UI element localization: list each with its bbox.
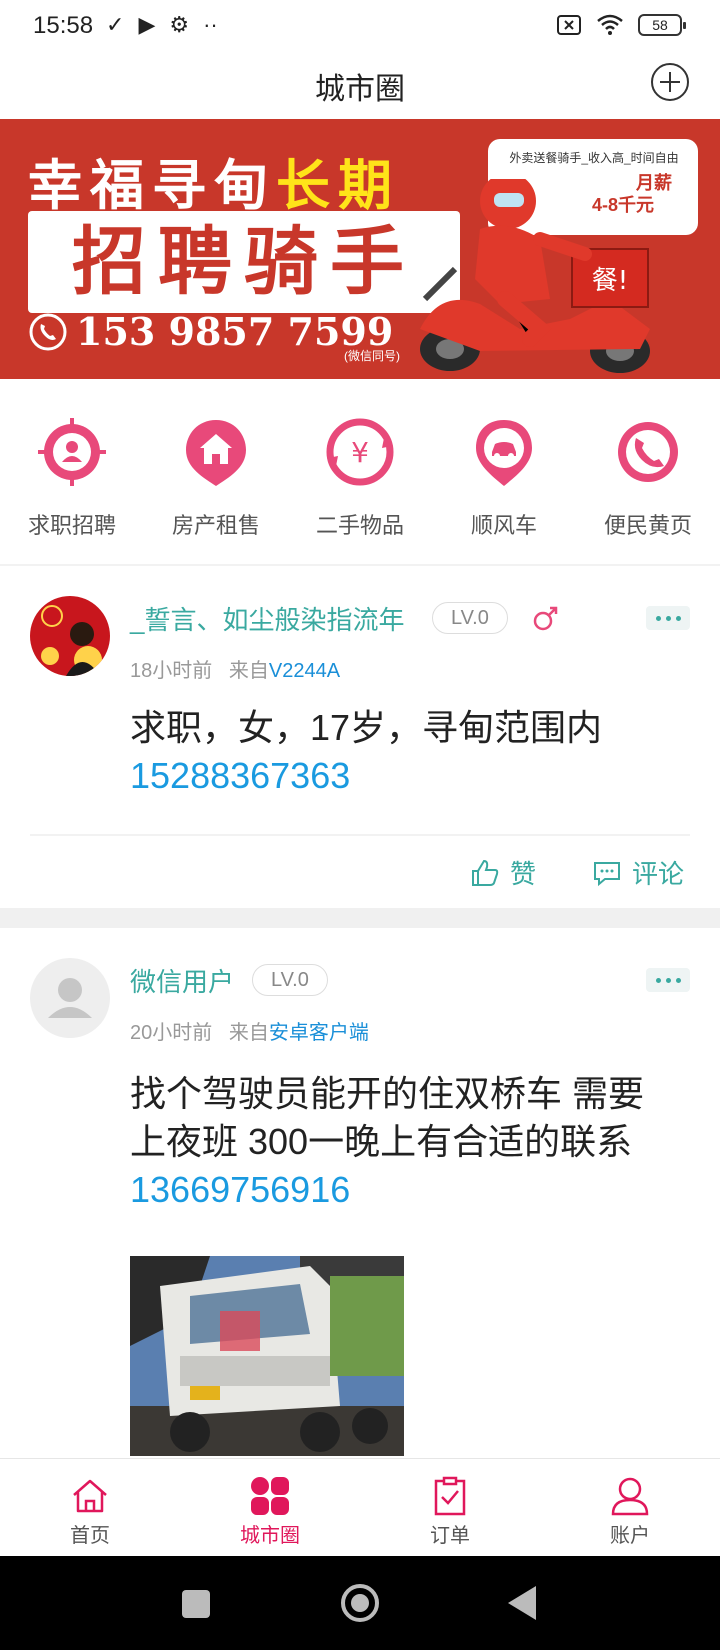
post-content: 找个驾驶员能开的住双桥车 需要上夜班 300一晚上有合适的联系 13669756… — [130, 1070, 670, 1214]
tab-label: 账户 — [610, 1525, 650, 1547]
gear-icon: ⚙ — [169, 12, 190, 37]
post-from-label: 来自 — [228, 660, 269, 682]
back-icon[interactable] — [508, 1586, 536, 1620]
post-card[interactable]: _誓言、如尘般染指流年 LV.0 18小时前 来自V2244A 求职，女，17岁… — [0, 566, 720, 908]
avatar[interactable] — [30, 958, 110, 1038]
tab-label: 订单 — [430, 1525, 470, 1547]
delivery-rider-illustration: 餐! — [420, 179, 650, 373]
recruit-banner[interactable]: 幸福寻甸长期 招聘骑手 153 9857 7599 (微信同号) 外卖送餐骑手_… — [0, 119, 720, 379]
wifi-icon — [597, 14, 623, 35]
section-divider — [0, 908, 720, 928]
app-header: 城市圈 — [0, 52, 720, 118]
home-icon — [73, 1479, 107, 1513]
tab-account[interactable]: 账户 — [540, 1459, 720, 1556]
category-secondhand[interactable]: ¥ 二手物品 — [288, 382, 432, 564]
username[interactable]: _誓言、如尘般染指流年 — [130, 600, 404, 637]
username[interactable]: 微信用户 — [130, 962, 234, 999]
category-housing[interactable]: 房产租售 — [144, 382, 288, 564]
level-badge: LV.0 — [252, 964, 328, 996]
system-navigation-bar — [0, 1556, 720, 1650]
category-label: 二手物品 — [315, 513, 404, 538]
category-label: 便民黄页 — [603, 513, 692, 538]
banner-bubble-text: 外卖送餐骑手_收入高_时间自由 — [509, 151, 679, 165]
level-badge: LV.0 — [432, 602, 508, 634]
post-source: V2244A — [268, 660, 341, 682]
post-time: 18小时前 — [130, 660, 213, 682]
post-time: 20小时前 — [130, 1022, 213, 1044]
post-source: 安卓客户端 — [268, 1022, 369, 1044]
category-jobs[interactable]: 求职招聘 — [0, 382, 144, 564]
status-left-icons: ✓ ▶ ⚙ ·· — [106, 12, 218, 38]
post-text: 求职，女，17岁，寻甸范围内 — [130, 707, 603, 748]
banner-title: 招聘骑手 — [72, 219, 416, 305]
tab-label: 首页 — [70, 1525, 110, 1547]
category-label: 房产租售 — [171, 513, 260, 538]
comment-icon — [594, 861, 620, 886]
more-dots-icon: ·· — [203, 12, 218, 37]
more-options-button[interactable] — [646, 606, 690, 630]
category-yellowpages[interactable]: 便民黄页 — [576, 382, 720, 564]
post-from-label: 来自 — [228, 1022, 269, 1044]
post-text: 找个驾驶员能开的住双桥车 需要上夜班 300一晚上有合适的联系 — [130, 1073, 645, 1162]
more-options-button[interactable] — [646, 968, 690, 992]
plus-circle-icon[interactable] — [650, 62, 690, 102]
tab-home[interactable]: 首页 — [0, 1459, 180, 1556]
post-card[interactable]: 微信用户 LV.0 20小时前 来自安卓客户端 找个驾驶员能开的住双桥车 需要上… — [0, 928, 720, 1458]
post-meta: 20小时前 来自安卓客户端 — [130, 1016, 369, 1045]
default-user-icon — [48, 978, 92, 1018]
post-image[interactable] — [130, 1256, 404, 1456]
phone-icon — [29, 313, 67, 350]
status-time: 15:58 — [33, 12, 94, 39]
svg-text:¥: ¥ — [351, 436, 369, 469]
post-meta: 18小时前 来自V2244A — [130, 654, 340, 683]
yuan-cycle-icon: ¥ — [326, 418, 394, 486]
house-icon — [186, 420, 246, 486]
category-label: 顺风车 — [470, 513, 537, 538]
tab-orders[interactable]: 订单 — [360, 1459, 540, 1556]
status-bar: 15:58 ✓ ▶ ⚙ ·· 58 — [0, 0, 720, 52]
sim-icon — [557, 15, 581, 35]
tab-label: 城市圈 — [240, 1525, 300, 1547]
status-right-icons: 58 — [556, 14, 686, 36]
avatar[interactable] — [30, 596, 110, 676]
divider — [30, 834, 690, 836]
male-female-icon — [533, 606, 558, 631]
post-phone-link[interactable]: 13669756916 — [130, 1169, 350, 1210]
check-icon: ✓ — [106, 12, 125, 37]
post-content: 求职，女，17岁，寻甸范围内 15288367363 — [130, 704, 670, 800]
page-title: 城市圈 — [315, 73, 405, 106]
avatar-image — [30, 596, 110, 676]
category-carpool[interactable]: 顺风车 — [432, 382, 576, 564]
home-circle-icon[interactable] — [341, 1584, 379, 1622]
post-phone-link[interactable]: 15288367363 — [130, 755, 350, 796]
banner-headline: 幸福寻甸长期 — [28, 153, 400, 217]
truck-photo — [130, 1256, 404, 1456]
category-label: 求职招聘 — [27, 513, 116, 538]
bottom-tab-bar: 首页 城市圈 订单 账户 — [0, 1458, 720, 1556]
battery-indicator: 58 — [638, 14, 686, 36]
recents-icon[interactable] — [182, 1590, 210, 1618]
category-grid: 求职招聘 房产租售 ¥ 二手物品 顺风车 便民黄页 — [0, 382, 720, 564]
banner-box-label: 餐! — [592, 266, 628, 296]
thumbs-up-icon — [472, 859, 499, 886]
person-target-icon — [38, 418, 106, 486]
clipboard-check-icon — [434, 1476, 466, 1516]
play-icon: ▶ — [138, 12, 156, 37]
banner-phone-note: (微信同号) — [344, 349, 400, 363]
grid-icon — [251, 1477, 289, 1515]
car-pin-icon — [476, 420, 532, 486]
tab-city-circle[interactable]: 城市圈 — [180, 1459, 360, 1556]
like-button[interactable]: 赞 — [470, 854, 536, 891]
comment-button[interactable]: 评论 — [592, 854, 684, 891]
phone-icon — [618, 422, 678, 482]
banner-phone: 153 9857 7599 — [28, 309, 393, 354]
user-icon — [611, 1477, 649, 1516]
